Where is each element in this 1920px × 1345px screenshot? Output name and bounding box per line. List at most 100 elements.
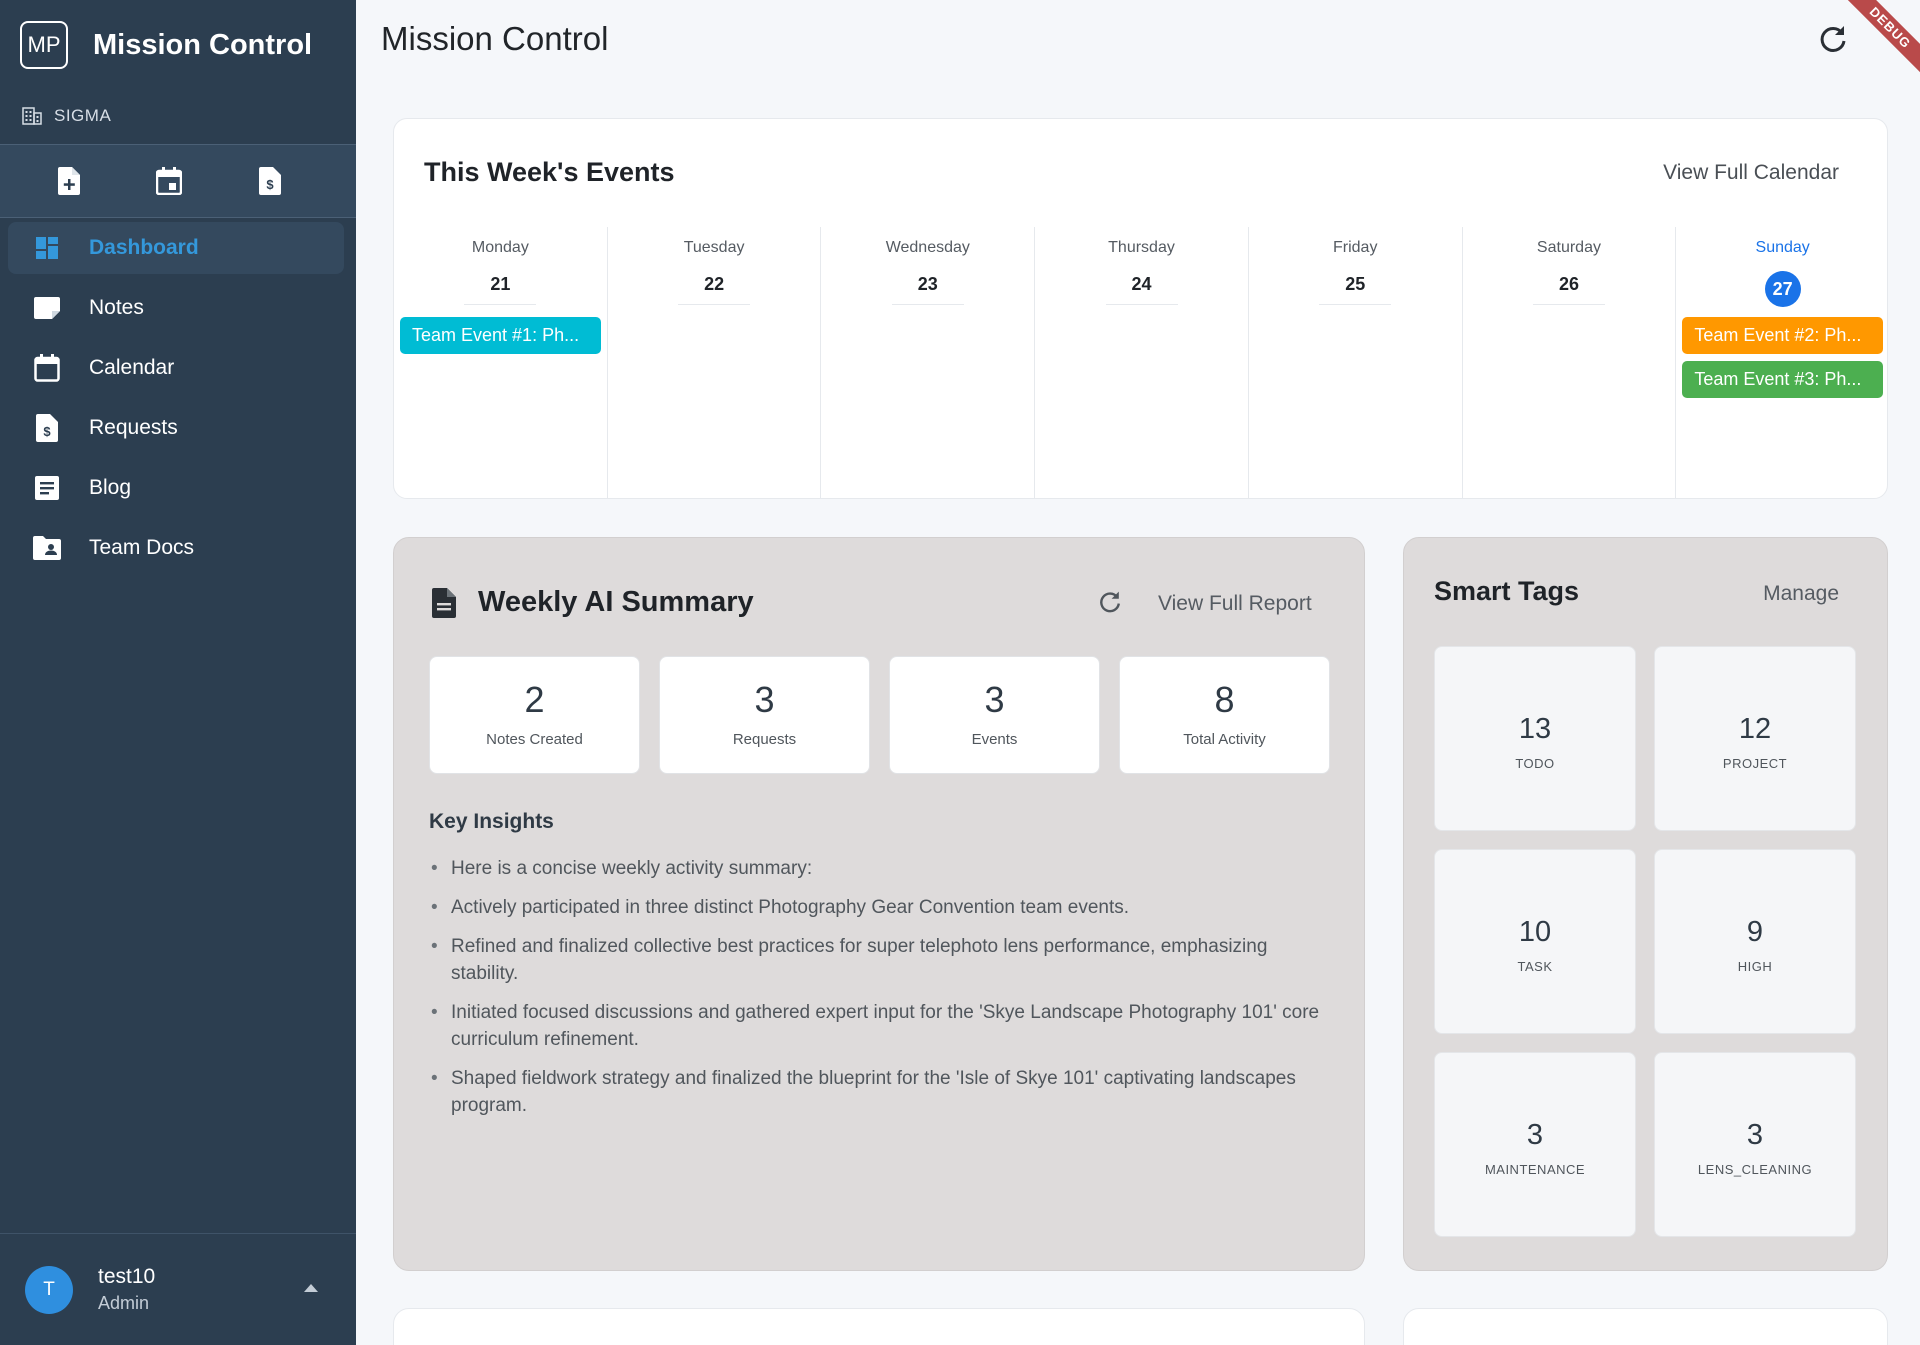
user-name: test10 [98,1265,156,1288]
sidebar-item-label: Dashboard [89,236,199,259]
calendar-event[interactable]: Team Event #1: Ph... [400,317,601,354]
sidebar-item-requests[interactable]: $ Requests [8,402,344,454]
quick-actions-bar: $ [0,144,356,218]
tag-tile-task[interactable]: 10 TASK [1434,849,1636,1034]
day-name: Sunday [1755,239,1810,256]
request-invoice-icon: $ [258,167,281,195]
day-name: Saturday [1536,239,1601,256]
brand: MP Mission Control [20,20,312,70]
stat-card-events: 3 Events [889,656,1100,774]
sidebar-item-team-docs[interactable]: Team Docs [8,522,344,574]
tag-tile-project[interactable]: 12 PROJECT [1654,646,1856,831]
folder-shared-icon [33,534,61,562]
caret-up-icon[interactable] [304,1284,318,1292]
tag-count: 3 [1746,1119,1764,1151]
note-icon [33,294,61,322]
day-name: Tuesday [683,239,745,256]
new-note-button[interactable] [55,164,83,198]
day-date: 22 [678,271,751,305]
avatar: T [25,1265,73,1314]
sidebar-item-label: Team Docs [89,536,195,559]
view-full-report-link[interactable]: View Full Report [1158,592,1312,616]
day-date: 26 [1532,271,1605,305]
sidebar-item-calendar[interactable]: Calendar [8,342,344,394]
day-name: Thursday [1108,239,1175,256]
key-insights-list: Here is a concise weekly activity summar… [429,855,1329,1131]
organization-label: SIGMA [22,106,111,126]
day-column-wednesday[interactable]: Wednesday 23 [821,227,1036,499]
day-date: 25 [1319,271,1392,305]
day-column-sunday[interactable]: Sunday 27 Team Event #2: Ph... Team Event… [1676,227,1889,499]
new-event-button[interactable] [155,164,183,198]
organization-name: SIGMA [54,106,112,125]
user-role: Admin [98,1293,150,1313]
key-insights-title: Key Insights [429,810,554,833]
tag-tile-high[interactable]: 9 HIGH [1654,849,1856,1034]
calendar-event-icon [156,167,183,195]
article-icon [33,474,61,502]
new-request-button[interactable]: $ [256,164,284,198]
svg-text:$: $ [266,177,274,192]
refresh-summary-icon[interactable] [1098,590,1122,614]
sidebar-nav: Dashboard Notes Calendar $ Requests Blog [8,222,344,582]
day-name: Wednesday [885,239,970,256]
smart-tags-card: Smart Tags Manage 13 TODO 12 PROJECT 10 … [1403,537,1888,1271]
tag-tile-lens-cleaning[interactable]: 3 LENS_CLEANING [1654,1052,1856,1237]
stat-card-requests: 3 Requests [659,656,870,774]
manage-tags-link[interactable]: Manage [1763,582,1839,606]
sidebar-item-notes[interactable]: Notes [8,282,344,334]
day-column-friday[interactable]: Friday 25 [1249,227,1463,499]
tag-count: 10 [1518,916,1552,948]
calendar-icon [33,354,61,382]
ai-summary-header: Weekly AI Summary [432,586,754,619]
insight-item: Refined and finalized collective best pr… [429,933,1329,987]
day-column-tuesday[interactable]: Tuesday 22 [608,227,822,499]
ai-summary-title: Weekly AI Summary [478,586,754,618]
stat-value: 3 [984,679,1005,720]
sidebar-item-label: Notes [89,296,144,319]
tag-tile-maintenance[interactable]: 3 MAINTENANCE [1434,1052,1636,1237]
tag-name: TODO [1515,756,1555,771]
dashboard-icon [33,234,61,262]
day-name: Friday [1333,239,1378,256]
calendar-event[interactable]: Team Event #2: Ph... [1682,317,1884,354]
sidebar-item-dashboard[interactable]: Dashboard [8,222,344,274]
insight-item: Actively participated in three distinct … [429,894,1329,921]
tag-name: PROJECT [1722,756,1788,771]
day-column-monday[interactable]: Monday 21 Team Event #1: Ph... [394,227,608,499]
insight-item: Initiated focused discussions and gather… [429,999,1329,1053]
stat-label: Events [971,731,1018,748]
refresh-icon[interactable] [1818,24,1848,54]
day-name: Monday [471,239,529,256]
tag-tile-todo[interactable]: 13 TODO [1434,646,1636,831]
tag-count: 13 [1518,713,1552,745]
insight-item: Here is a concise weekly activity summar… [429,855,1329,882]
note-add-icon [58,167,81,195]
day-column-saturday[interactable]: Saturday 26 [1463,227,1677,499]
document-icon [432,587,456,618]
day-column-thursday[interactable]: Thursday 24 [1035,227,1249,499]
weekly-events-card: This Week's Events View Full Calendar Mo… [393,118,1888,499]
day-date: 24 [1105,271,1178,305]
debug-banner: DEBUG [1840,0,1920,78]
stat-label: Notes Created [486,731,583,748]
bottom-card-right [1403,1308,1888,1345]
user-profile[interactable]: T test10 Admin [0,1233,356,1345]
today-date-badge: 27 [1764,271,1801,307]
calendar-event[interactable]: Team Event #3: Ph... [1682,361,1884,398]
tag-grid: 13 TODO 12 PROJECT 10 TASK 9 HIGH 3 MAIN… [1434,646,1859,1237]
tag-name: TASK [1517,959,1553,974]
stat-card-total-activity: 8 Total Activity [1119,656,1330,774]
page-title: Mission Control [381,20,609,57]
tag-count: 3 [1526,1119,1544,1151]
bottom-card-left [393,1308,1365,1345]
svg-text:$: $ [43,424,51,439]
view-full-calendar-link[interactable]: View Full Calendar [1663,161,1839,185]
stat-value: 3 [754,679,775,720]
tag-count: 12 [1738,713,1772,745]
sidebar-item-blog[interactable]: Blog [8,462,344,514]
sidebar-item-label: Blog [89,476,132,499]
sidebar: MP Mission Control SIGMA $ Dashboard Not… [0,0,356,1345]
user-info: test10 Admin [98,1265,155,1314]
stat-label: Total Activity [1183,731,1266,748]
